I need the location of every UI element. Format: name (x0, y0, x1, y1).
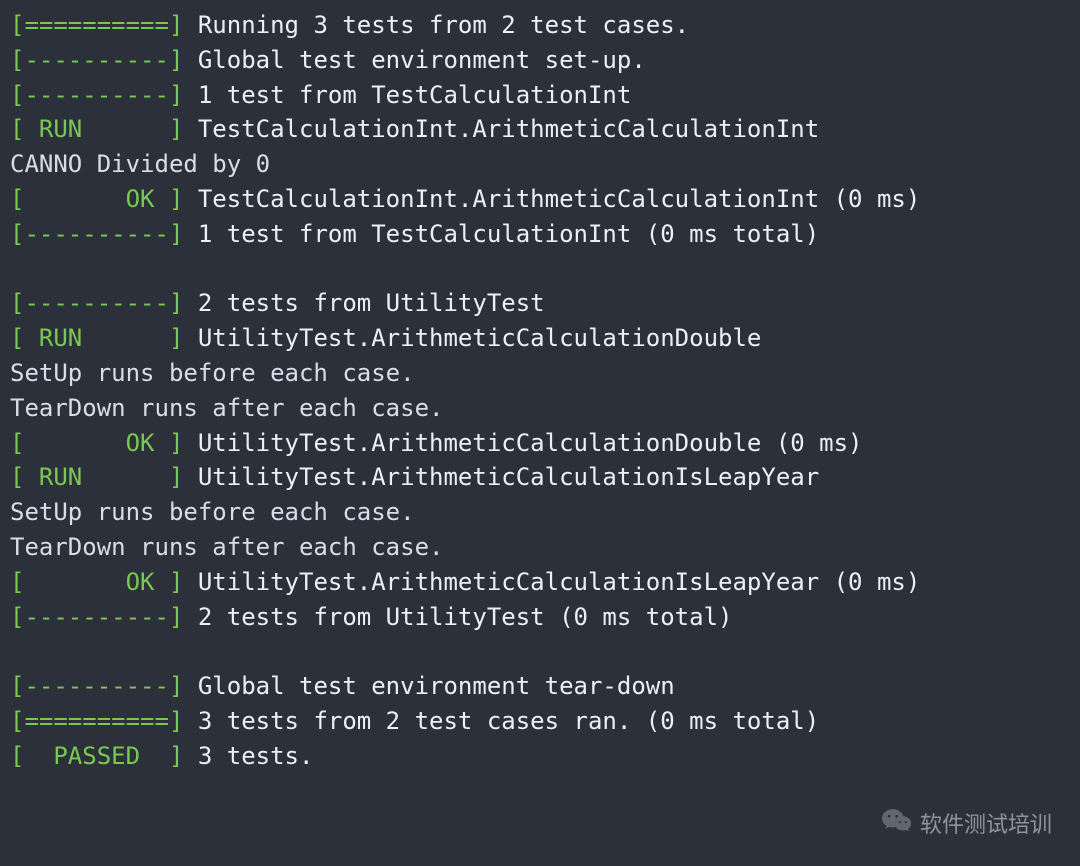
log-text: 2 tests from UtilityTest (198, 289, 545, 317)
log-text: Global test environment tear-down (198, 672, 675, 700)
log-text: 1 test from TestCalculationInt (0 ms tot… (198, 220, 819, 248)
terminal-line: SetUp runs before each case. (10, 356, 1070, 391)
terminal-line: [ RUN ] TestCalculationInt.ArithmeticCal… (10, 112, 1070, 147)
status-tag: [----------] (10, 672, 183, 700)
status-tag: [ RUN ] (10, 324, 183, 352)
terminal-line (10, 634, 1070, 669)
log-text: UtilityTest.ArithmeticCalculationDouble (198, 324, 762, 352)
terminal-line: [ OK ] UtilityTest.ArithmeticCalculation… (10, 426, 1070, 461)
terminal-line: CANNO Divided by 0 (10, 147, 1070, 182)
log-text: UtilityTest.ArithmeticCalculationIsLeapY… (198, 568, 920, 596)
log-text: Running 3 tests from 2 test cases. (198, 11, 689, 39)
log-text: 1 test from TestCalculationInt (198, 81, 631, 109)
terminal-line: [----------] Global test environment set… (10, 43, 1070, 78)
log-text: Global test environment set-up. (198, 46, 646, 74)
terminal-line: [----------] 1 test from TestCalculation… (10, 78, 1070, 113)
terminal-line: [----------] 2 tests from UtilityTest (10, 286, 1070, 321)
log-text: TestCalculationInt.ArithmeticCalculation… (198, 185, 920, 213)
terminal-line: [==========] 3 tests from 2 test cases r… (10, 704, 1070, 739)
terminal-line: TearDown runs after each case. (10, 391, 1070, 426)
log-text: CANNO Divided by 0 (10, 150, 270, 178)
terminal-line (10, 252, 1070, 287)
wechat-icon (882, 807, 912, 842)
status-tag: [----------] (10, 289, 183, 317)
status-tag: [----------] (10, 81, 183, 109)
log-text: 2 tests from UtilityTest (0 ms total) (198, 603, 733, 631)
status-tag: [ RUN ] (10, 463, 183, 491)
status-tag: [==========] (10, 707, 183, 735)
status-tag: [ OK ] (10, 568, 183, 596)
log-text: TearDown runs after each case. (10, 394, 443, 422)
terminal-line: [ PASSED ] 3 tests. (10, 739, 1070, 774)
log-text: UtilityTest.ArithmeticCalculationDouble … (198, 429, 863, 457)
log-text: 3 tests from 2 test cases ran. (0 ms tot… (198, 707, 819, 735)
log-text: UtilityTest.ArithmeticCalculationIsLeapY… (198, 463, 819, 491)
terminal-line: TearDown runs after each case. (10, 530, 1070, 565)
status-tag: [ RUN ] (10, 115, 183, 143)
status-tag: [ PASSED ] (10, 742, 183, 770)
terminal-line: [==========] Running 3 tests from 2 test… (10, 8, 1070, 43)
log-text: SetUp runs before each case. (10, 359, 415, 387)
log-text: TearDown runs after each case. (10, 533, 443, 561)
terminal-line: [----------] 2 tests from UtilityTest (0… (10, 600, 1070, 635)
terminal-line: [ OK ] UtilityTest.ArithmeticCalculation… (10, 565, 1070, 600)
watermark: 软件测试培训 (882, 807, 1052, 842)
terminal-line: [ RUN ] UtilityTest.ArithmeticCalculatio… (10, 321, 1070, 356)
status-tag: [==========] (10, 11, 183, 39)
log-text: SetUp runs before each case. (10, 498, 415, 526)
status-tag: [ OK ] (10, 429, 183, 457)
watermark-text: 软件测试培训 (920, 809, 1052, 841)
terminal-line: SetUp runs before each case. (10, 495, 1070, 530)
terminal-line: [----------] 1 test from TestCalculation… (10, 217, 1070, 252)
terminal-line: [----------] Global test environment tea… (10, 669, 1070, 704)
terminal-line: [ OK ] TestCalculationInt.ArithmeticCalc… (10, 182, 1070, 217)
status-tag: [----------] (10, 603, 183, 631)
status-tag: [----------] (10, 220, 183, 248)
terminal-output: [==========] Running 3 tests from 2 test… (0, 0, 1080, 784)
log-text: TestCalculationInt.ArithmeticCalculation… (198, 115, 819, 143)
status-tag: [ OK ] (10, 185, 183, 213)
status-tag: [----------] (10, 46, 183, 74)
terminal-line: [ RUN ] UtilityTest.ArithmeticCalculatio… (10, 460, 1070, 495)
log-text: 3 tests. (198, 742, 314, 770)
